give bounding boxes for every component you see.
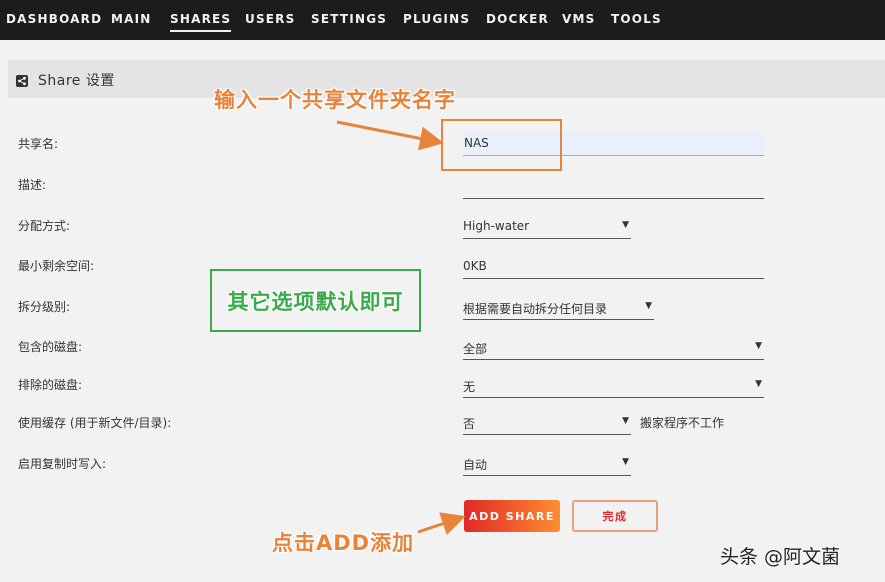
defaults-callout: 其它选项默认即可 [210, 269, 421, 332]
label-excluded-disks: 排除的磁盘: [18, 378, 83, 392]
defaults-annotation: 其它选项默认即可 [227, 289, 404, 314]
included-disks-value: 全部 [463, 342, 488, 356]
nav-main[interactable]: MAIN [111, 12, 152, 26]
add-share-button[interactable]: ADD SHARE [464, 500, 560, 532]
comment-input[interactable] [463, 175, 764, 199]
chevron-down-icon: ▼ [645, 301, 652, 311]
arrow-to-add-button [417, 512, 466, 536]
top-nav: DASHBOARD MAIN SHARES USERS SETTINGS PLU… [0, 0, 885, 40]
label-copy-on-write: 启用复制时写入: [18, 457, 107, 471]
label-share-name: 共享名: [18, 137, 59, 151]
included-disks-select[interactable]: 全部 ▼ [463, 336, 764, 360]
label-allocation: 分配方式: [18, 219, 71, 233]
label-min-free: 最小剩余空间: [18, 259, 95, 273]
label-included-disks: 包含的磁盘: [18, 340, 83, 354]
section-title: Share 设置 [38, 73, 115, 89]
use-cache-note: 搬家程序不工作 [640, 416, 725, 430]
chevron-down-icon: ▼ [622, 416, 629, 426]
label-split-level: 拆分级别: [18, 300, 71, 314]
nav-settings[interactable]: SETTINGS [311, 12, 387, 26]
click-add-annotation: 点击ADD添加 [272, 531, 415, 555]
copy-on-write-value: 自动 [463, 458, 488, 472]
nav-plugins[interactable]: PLUGINS [403, 12, 470, 26]
nav-users[interactable]: USERS [245, 12, 295, 26]
nav-tools[interactable]: TOOLS [611, 12, 662, 26]
chevron-down-icon: ▼ [622, 220, 629, 230]
excluded-disks-value: 无 [463, 380, 476, 394]
nav-dashboard[interactable]: DASHBOARD [6, 12, 102, 26]
nav-vms[interactable]: VMS [562, 12, 595, 26]
chevron-down-icon: ▼ [755, 341, 762, 351]
input-name-annotation: 输入一个共享文件夹名字 [214, 88, 456, 112]
share-icon [16, 72, 28, 91]
allocation-select[interactable]: High-water ▼ [463, 215, 631, 239]
use-cache-select[interactable]: 否 ▼ [463, 411, 631, 435]
allocation-value: High-water [463, 219, 530, 233]
share-name-highlight [441, 119, 562, 171]
excluded-disks-select[interactable]: 无 ▼ [463, 374, 764, 398]
nav-shares[interactable]: SHARES [170, 12, 232, 32]
chevron-down-icon: ▼ [755, 379, 762, 389]
label-comment: 描述: [18, 178, 47, 192]
nav-docker[interactable]: DOCKER [486, 12, 549, 26]
copy-on-write-select[interactable]: 自动 ▼ [463, 452, 631, 476]
split-level-value: 根据需要自动拆分任何目录 [463, 302, 608, 316]
arrow-to-share-name [336, 120, 444, 151]
chevron-down-icon: ▼ [622, 457, 629, 467]
label-use-cache: 使用缓存 (用于新文件/目录): [18, 416, 172, 430]
min-free-input[interactable]: 0KB [463, 255, 764, 279]
min-free-value: 0KB [463, 259, 487, 273]
use-cache-value: 否 [463, 417, 476, 431]
watermark: 头条 @阿文菌 [720, 546, 841, 568]
done-button[interactable]: 完成 [572, 500, 658, 532]
split-level-select[interactable]: 根据需要自动拆分任何目录 ▼ [463, 296, 654, 320]
